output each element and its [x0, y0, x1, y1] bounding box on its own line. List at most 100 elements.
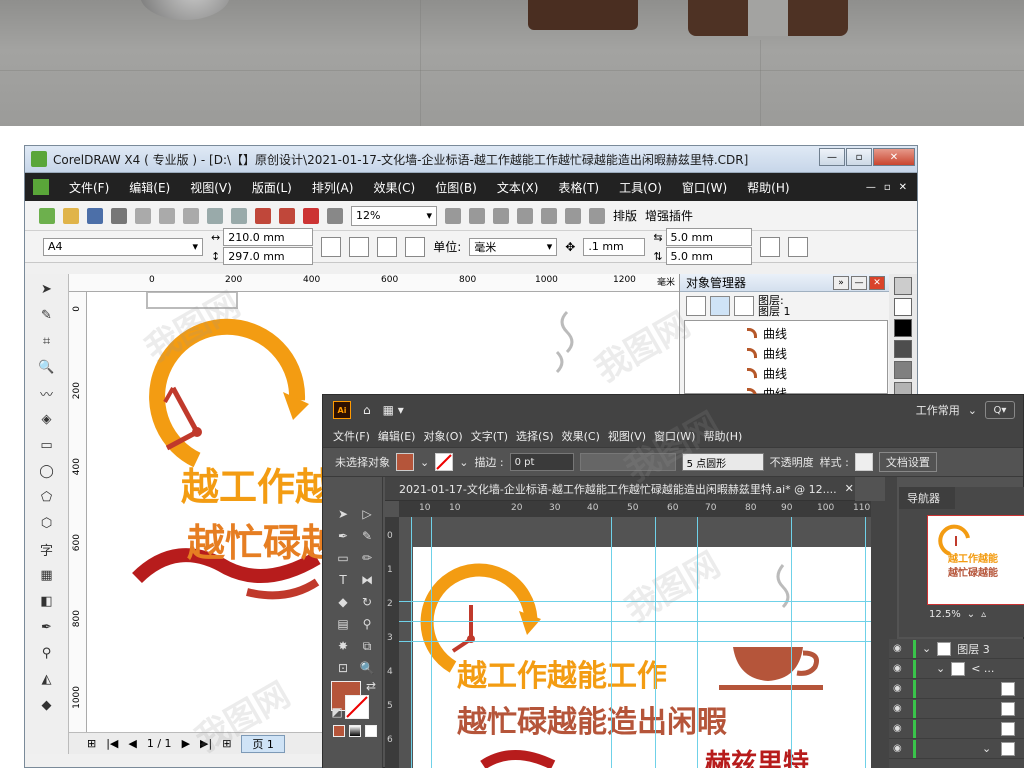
interactive-fill-icon[interactable]: ◆	[35, 694, 59, 716]
search-icon[interactable]: Q▾	[985, 401, 1015, 419]
zoom-width-icon[interactable]	[565, 207, 581, 224]
menu-layout[interactable]: 版面(L)	[242, 179, 302, 196]
table-tool-icon[interactable]: ▦	[35, 564, 59, 586]
visibility-eye-icon[interactable]: ◉	[893, 723, 907, 734]
add-page-icon[interactable]: ⊞	[87, 737, 96, 750]
gradient-mode-icon[interactable]	[349, 725, 361, 737]
unit-select[interactable]: 毫米 ▾	[469, 237, 558, 256]
fill-swatch[interactable]	[396, 453, 414, 471]
enhance-plugin-button[interactable]: 增强插件	[645, 207, 693, 224]
variable-width-select[interactable]	[579, 453, 676, 471]
navigator-tab[interactable]: 导航器	[899, 487, 955, 509]
edit-across-layers-button[interactable]	[710, 296, 730, 316]
navigator-thumbnail[interactable]: 越工作越能 越忙碌越能	[927, 515, 1024, 605]
ellipse-tool-icon[interactable]: ◯	[35, 460, 59, 482]
zoom-all-icon[interactable]	[517, 207, 533, 224]
artboard-tool-icon[interactable]: ⊡	[333, 659, 353, 677]
prev-page-icon[interactable]: ◀	[128, 737, 136, 750]
blend-tool-icon[interactable]: ⧉	[357, 637, 377, 655]
visibility-eye-icon[interactable]: ◉	[893, 703, 907, 714]
color-swatch[interactable]	[894, 319, 912, 337]
gradient-tool-icon[interactable]: ▤	[333, 615, 353, 633]
menu-effects[interactable]: 效果(C)	[363, 179, 425, 196]
duplicate-x-field[interactable]: 5.0 mm	[665, 228, 752, 246]
crop-tool-icon[interactable]: ⌗	[35, 330, 59, 352]
zoom-level-select[interactable]: 12% ▾	[351, 205, 437, 226]
page-width-field[interactable]: 210.0 mm	[223, 228, 314, 246]
layer-row[interactable]: ◉ ⌄	[889, 739, 1024, 759]
layer-name[interactable]: 图层 3	[957, 641, 990, 657]
expand-arrow-icon[interactable]: ⌄	[936, 662, 945, 675]
page-height-field[interactable]: 297.0 mm	[223, 247, 314, 265]
symbol-sprayer-icon[interactable]: ✸	[333, 637, 353, 655]
chevron-down-icon[interactable]: ⌄	[967, 609, 975, 620]
menu-window[interactable]: 窗口(W)	[672, 179, 737, 196]
paper-size-select[interactable]: A4 ▾	[43, 237, 203, 256]
brush-select[interactable]: 5 点圆形	[681, 453, 764, 471]
chevron-down-icon[interactable]: ⌄	[968, 404, 977, 417]
maximize-button[interactable]: ▫	[846, 148, 872, 166]
expand-arrow-icon[interactable]: ⌄	[922, 642, 931, 655]
add-page-end-icon[interactable]: ⊞	[222, 737, 231, 750]
visibility-eye-icon[interactable]: ◉	[893, 683, 907, 694]
first-page-icon[interactable]: |◀	[106, 737, 118, 750]
guide-line[interactable]	[791, 517, 792, 768]
menu-edit[interactable]: 编辑(E)	[119, 179, 180, 196]
guide-line[interactable]	[399, 601, 871, 602]
undo-icon[interactable]	[207, 207, 223, 224]
treat-as-filled-button[interactable]	[787, 236, 808, 257]
duplicate-y-field[interactable]: 5.0 mm	[665, 247, 752, 265]
no-color-swatch[interactable]	[894, 298, 912, 316]
rectangle-tool-icon[interactable]: ▭	[35, 434, 59, 456]
all-pages-button[interactable]	[377, 236, 398, 257]
rectangle-tool-icon[interactable]: ▭	[333, 549, 353, 567]
pen-tool-icon[interactable]: ✒	[333, 527, 353, 545]
menu-bitmaps[interactable]: 位图(B)	[425, 179, 487, 196]
menu-edit[interactable]: 编辑(E)	[374, 428, 420, 444]
next-page-icon[interactable]: ▶	[182, 737, 190, 750]
guide-line[interactable]	[697, 517, 698, 768]
layer-row[interactable]: ◉ ⌄ < ...	[889, 659, 1024, 679]
pick-tool-icon[interactable]: ➤	[35, 278, 59, 300]
menu-arrange[interactable]: 排列(A)	[302, 179, 364, 196]
export-icon[interactable]	[279, 207, 295, 224]
document-tab[interactable]: 2021-01-17-文化墙-企业标语-越工作越能工作越忙碌越能造出闲暇赫兹里特…	[385, 477, 855, 501]
visibility-eye-icon[interactable]: ◉	[893, 663, 907, 674]
stroke-swatch[interactable]	[435, 453, 454, 471]
reflect-tool-icon[interactable]: ⧓	[357, 571, 377, 589]
chevron-down-icon[interactable]: ⌄	[420, 456, 429, 469]
color-swatch[interactable]	[894, 340, 912, 358]
new-icon[interactable]	[39, 207, 55, 224]
doc-minimize-icon[interactable]: —	[866, 182, 876, 193]
color-swatch[interactable]	[894, 361, 912, 379]
guide-line[interactable]	[431, 517, 432, 768]
portrait-button[interactable]	[321, 236, 342, 257]
close-button[interactable]: ✕	[873, 148, 915, 166]
shape-tool-icon[interactable]: ✎	[35, 304, 59, 326]
launcher-icon[interactable]	[303, 207, 319, 224]
guide-line[interactable]	[865, 517, 866, 768]
landscape-button[interactable]	[349, 236, 370, 257]
list-item[interactable]: 曲线	[685, 323, 887, 343]
units-button[interactable]	[759, 236, 780, 257]
close-tab-icon[interactable]: ✕	[845, 482, 854, 495]
menu-object[interactable]: 对象(O)	[419, 428, 466, 444]
list-item[interactable]: 曲线	[685, 363, 887, 383]
home-icon[interactable]: ⌂	[363, 403, 371, 417]
zoom-tool-icon[interactable]: 🔍	[35, 356, 59, 378]
chevron-down-icon[interactable]: ⌄	[459, 456, 468, 469]
expand-arrow-icon[interactable]: ⌄	[982, 742, 991, 755]
copy-icon[interactable]	[159, 207, 175, 224]
visibility-eye-icon[interactable]: ◉	[893, 743, 907, 754]
layer-row[interactable]: ◉	[889, 679, 1024, 699]
ai-canvas[interactable]: 越工作越能工作 越忙碌越能造出闲暇 赫兹里特	[399, 517, 871, 768]
palette-scroll-up-icon[interactable]	[894, 277, 912, 295]
cut-icon[interactable]	[135, 207, 151, 224]
opacity-label[interactable]: 不透明度	[770, 454, 814, 470]
color-mode-icon[interactable]	[333, 725, 345, 737]
vertical-scrollbar[interactable]	[871, 501, 885, 768]
layer-row[interactable]: ◉	[889, 719, 1024, 739]
stroke-weight-field[interactable]: 0 pt	[509, 453, 574, 471]
panel-close-icon[interactable]: ✕	[869, 275, 885, 290]
sublayer-name[interactable]: < ...	[971, 662, 994, 675]
